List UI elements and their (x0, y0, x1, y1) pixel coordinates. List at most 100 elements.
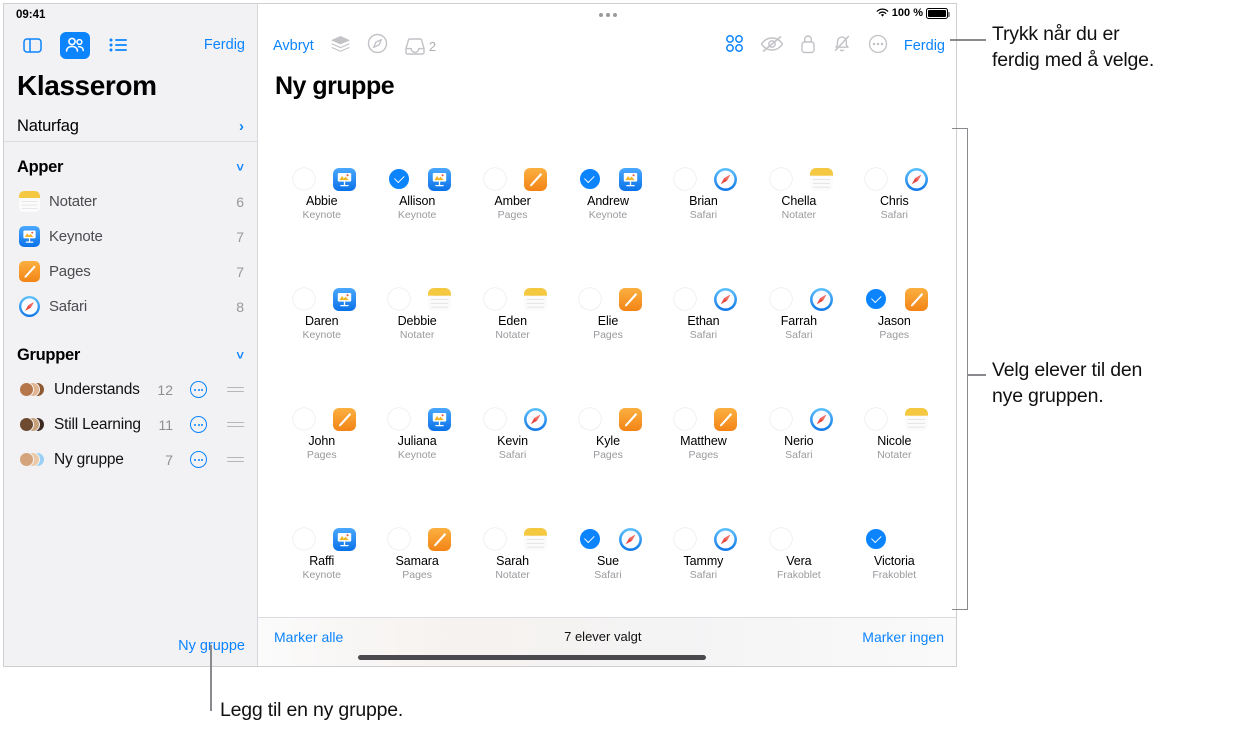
sidebar-item-app-keynote[interactable]: Keynote 7 (4, 219, 257, 254)
student-app-label: Safari (594, 569, 622, 581)
student-card[interactable]: Sarah Notater (465, 477, 560, 597)
layers-icon[interactable] (330, 35, 351, 58)
unchecked-circle-icon[interactable] (674, 408, 697, 430)
multitask-handle-icon[interactable] (599, 13, 617, 17)
student-card[interactable]: Daren Keynote (274, 237, 369, 357)
unchecked-circle-icon[interactable] (674, 528, 697, 550)
groups-section-header[interactable]: Grupper ˅ (4, 338, 257, 372)
student-card[interactable]: Jason Pages (847, 237, 942, 357)
unchecked-circle-icon[interactable] (483, 408, 506, 430)
unchecked-circle-icon[interactable] (578, 288, 601, 310)
student-card[interactable]: Victoria Frakoblet (847, 477, 942, 597)
student-name-label: Amber (494, 194, 531, 208)
unchecked-circle-icon[interactable] (388, 528, 411, 550)
safari-badge-icon (714, 168, 738, 191)
cancel-button[interactable]: Avbryt (273, 38, 314, 54)
reorder-handle-icon[interactable] (227, 454, 244, 464)
student-card[interactable]: Vera Frakoblet (751, 477, 846, 597)
grid-view-icon[interactable] (725, 34, 744, 58)
student-card[interactable]: Nerio Safari (751, 357, 846, 477)
checkmark-icon[interactable] (578, 168, 601, 190)
unchecked-circle-icon[interactable] (674, 168, 697, 190)
student-card[interactable]: Sue Safari (560, 477, 655, 597)
unchecked-circle-icon[interactable] (483, 528, 506, 550)
list-view-icon[interactable] (103, 32, 133, 59)
student-name-label: Matthew (680, 434, 727, 448)
sidebar-item-group-1[interactable]: Still Learning 11 (4, 407, 257, 442)
student-card[interactable]: John Pages (274, 357, 369, 477)
student-card[interactable]: Juliana Keynote (369, 357, 464, 477)
student-card[interactable]: Kyle Pages (560, 357, 655, 477)
unchecked-circle-icon[interactable] (388, 408, 411, 430)
checkmark-icon[interactable] (865, 288, 888, 310)
student-card[interactable]: Debbie Notater (369, 237, 464, 357)
unchecked-circle-icon[interactable] (769, 528, 792, 550)
sidebar-item-app-pages[interactable]: Pages 7 (4, 254, 257, 289)
sidebar-item-subject[interactable]: Naturfag › (4, 112, 257, 142)
student-card[interactable]: Chella Notater (751, 117, 846, 237)
unchecked-circle-icon[interactable] (292, 168, 315, 190)
student-card[interactable]: Matthew Pages (656, 357, 751, 477)
select-all-button[interactable]: Marker alle (274, 629, 343, 645)
unchecked-circle-icon[interactable] (769, 288, 792, 310)
student-card[interactable]: Abbie Keynote (274, 117, 369, 237)
student-card[interactable]: Nicole Notater (847, 357, 942, 477)
lock-icon[interactable] (800, 34, 816, 59)
student-card[interactable]: Amber Pages (465, 117, 560, 237)
unchecked-circle-icon[interactable] (292, 288, 315, 310)
new-group-button[interactable]: Ny gruppe (4, 626, 257, 666)
home-indicator[interactable] (358, 655, 706, 660)
checkmark-icon[interactable] (865, 528, 888, 550)
student-card[interactable]: Tammy Safari (656, 477, 751, 597)
unchecked-circle-icon[interactable] (674, 288, 697, 310)
student-card[interactable]: Eden Notater (465, 237, 560, 357)
inbox-count: 2 (428, 38, 437, 54)
eye-slash-icon[interactable] (760, 35, 784, 58)
status-right: 100 % (876, 7, 950, 19)
unchecked-circle-icon[interactable] (865, 168, 888, 190)
unchecked-circle-icon[interactable] (483, 288, 506, 310)
inbox-icon[interactable]: 2 (404, 37, 437, 55)
unchecked-circle-icon[interactable] (769, 168, 792, 190)
sidebar-toggle-icon[interactable] (17, 32, 47, 59)
people-view-icon[interactable] (60, 31, 90, 59)
sidebar-done-button[interactable]: Ferdig (204, 37, 245, 53)
checkmark-icon[interactable] (578, 528, 601, 550)
student-card[interactable]: Kevin Safari (465, 357, 560, 477)
student-card[interactable]: Allison Keynote (369, 117, 464, 237)
sidebar-item-app-notater[interactable]: Notater 6 (4, 184, 257, 219)
bell-slash-icon[interactable] (832, 34, 852, 58)
student-card[interactable]: Samara Pages (369, 477, 464, 597)
sidebar-item-group-0[interactable]: Understands 12 (4, 372, 257, 407)
unchecked-circle-icon[interactable] (292, 408, 315, 430)
reorder-handle-icon[interactable] (227, 384, 244, 394)
main-done-button[interactable]: Ferdig (904, 38, 945, 54)
unchecked-circle-icon[interactable] (865, 408, 888, 430)
student-card[interactable]: Elie Pages (560, 237, 655, 357)
ellipsis-circle-icon[interactable] (868, 34, 888, 59)
student-card[interactable]: Farrah Safari (751, 237, 846, 357)
sidebar-item-group-2[interactable]: Ny gruppe 7 (4, 442, 257, 477)
student-name-label: Samara (395, 554, 439, 568)
select-none-button[interactable]: Marker ingen (862, 629, 944, 645)
unchecked-circle-icon[interactable] (388, 288, 411, 310)
unchecked-circle-icon[interactable] (292, 528, 315, 550)
checkmark-icon[interactable] (388, 168, 411, 190)
student-card[interactable]: Chris Safari (847, 117, 942, 237)
navigate-icon[interactable] (367, 33, 388, 59)
student-card[interactable]: Ethan Safari (656, 237, 751, 357)
reorder-handle-icon[interactable] (227, 419, 244, 429)
group-more-icon[interactable] (190, 416, 207, 433)
group-more-icon[interactable] (190, 381, 207, 398)
student-card[interactable]: Brian Safari (656, 117, 751, 237)
unchecked-circle-icon[interactable] (769, 408, 792, 430)
unchecked-circle-icon[interactable] (578, 408, 601, 430)
keynote-badge-icon (428, 408, 452, 431)
apps-section-header[interactable]: Apper ˅ (4, 150, 257, 184)
student-card[interactable]: Raffi Keynote (274, 477, 369, 597)
group-more-icon[interactable] (190, 451, 207, 468)
sidebar-item-app-safari[interactable]: Safari 8 (4, 289, 257, 324)
unchecked-circle-icon[interactable] (483, 168, 506, 190)
student-card[interactable]: Andrew Keynote (560, 117, 655, 237)
app-count-label: 7 (236, 263, 244, 280)
